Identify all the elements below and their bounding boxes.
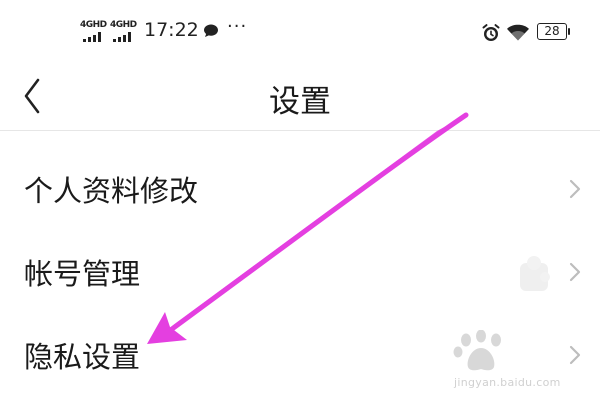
divider	[0, 130, 600, 131]
settings-item-account-management[interactable]: 帐号管理	[0, 231, 600, 314]
settings-item-label: 个人资料修改	[24, 174, 199, 208]
signal-icon: 4GHD	[110, 20, 137, 42]
network-type-label: 4GHD	[110, 20, 137, 30]
settings-item-profile-edit[interactable]: 个人资料修改	[0, 148, 600, 231]
status-bar: 4GHD 4GHD 17:22 ··· 28	[0, 0, 600, 64]
alarm-icon	[482, 24, 500, 41]
chevron-right-icon	[569, 179, 581, 199]
header: 设置	[0, 64, 600, 130]
settings-item-label: 帐号管理	[24, 257, 141, 291]
page-title: 设置	[269, 84, 331, 120]
status-time: 17:22	[144, 19, 199, 41]
signal-icon: 4GHD	[80, 20, 107, 42]
watermark-text: jingyan.baidu.com	[454, 376, 561, 389]
avatar	[520, 256, 550, 291]
more-icon: ···	[227, 16, 248, 37]
chat-bubble-icon	[204, 24, 218, 37]
battery-icon: 28	[537, 23, 570, 40]
wifi-icon	[507, 24, 529, 41]
paw-logo-icon	[453, 330, 501, 371]
settings-item-label: 隐私设置	[24, 340, 141, 374]
chevron-right-icon	[569, 262, 581, 282]
watermark: jingyan.baidu.com	[448, 330, 596, 396]
battery-level: 28	[537, 23, 567, 40]
network-type-label: 4GHD	[80, 20, 107, 30]
